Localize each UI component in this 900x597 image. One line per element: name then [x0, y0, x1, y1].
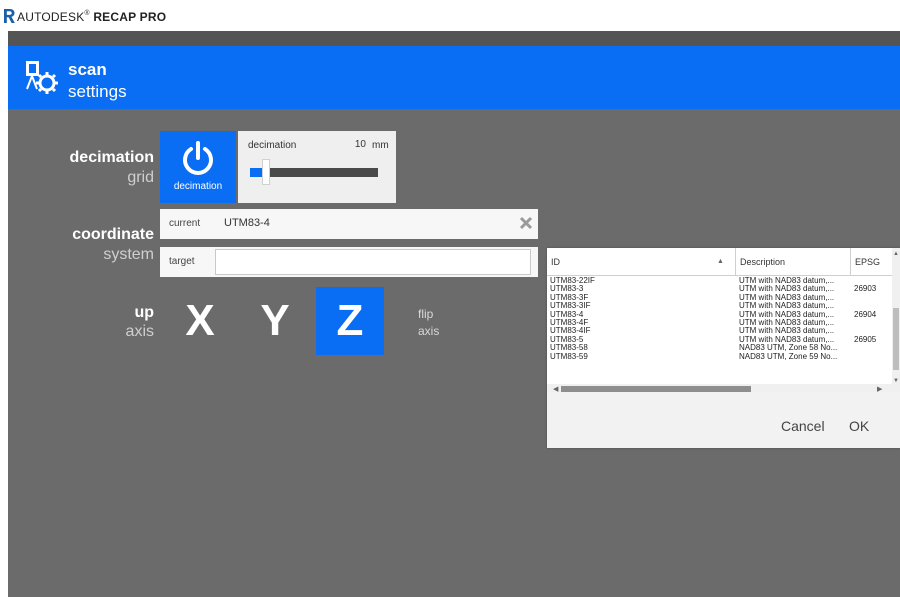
recap-logo-icon	[4, 9, 15, 23]
flip-axis-label[interactable]: flip	[418, 307, 433, 321]
cell-id: UTM83-59	[550, 352, 588, 361]
cell-id: UTM83-4F	[550, 318, 589, 327]
cell-description: UTM with NAD83 datum,...	[739, 310, 835, 319]
horizontal-scrollbar[interactable]: ◀ ▶	[547, 384, 892, 392]
decimation-slider-panel: decimation mm	[238, 131, 396, 203]
table-row[interactable]: UTM83-3F UTM with NAD83 datum,...	[547, 294, 892, 302]
brand-autodesk: AUTODESK	[17, 10, 85, 24]
up-axis-sublabel: axis	[125, 323, 154, 340]
sort-up-icon: ▲	[717, 258, 724, 265]
cell-epsg: 26903	[854, 285, 877, 294]
table-row[interactable]: UTM83-4 UTM with NAD83 datum,... 26904	[547, 311, 892, 319]
target-input[interactable]	[215, 249, 531, 275]
table-row[interactable]: UTM83-5 UTM with NAD83 datum,... 26905	[547, 336, 892, 344]
decimation-unit: mm	[372, 140, 389, 151]
scan-settings-icon	[26, 61, 58, 94]
scroll-down-icon[interactable]: ▼	[893, 378, 899, 384]
cell-epsg: 26905	[854, 335, 877, 344]
power-icon	[183, 141, 213, 175]
title-bar: AUTODESK® RECAP PRO	[0, 0, 900, 31]
coordinate-system-grid: ID ▲ Description EPSG UTM83-22IF UTM with…	[547, 248, 892, 392]
cell-id: UTM83-3	[550, 285, 584, 294]
cell-description: NAD83 UTM, Zone 59 No...	[739, 352, 838, 361]
scroll-right-icon[interactable]: ▶	[877, 385, 882, 392]
decimation-slider-thumb[interactable]	[261, 159, 270, 185]
cell-description: UTM with NAD83 datum,...	[739, 285, 835, 294]
cell-id: UTM83-4IF	[550, 327, 591, 336]
decimation-slider-label: decimation	[248, 140, 297, 151]
ok-button[interactable]: OK	[849, 418, 869, 434]
cell-id: UTM83-58	[550, 344, 588, 353]
scan-settings-panel: scan settings decimation grid decimation…	[8, 31, 900, 597]
cell-description: UTM with NAD83 datum,...	[739, 327, 835, 336]
cell-id: UTM83-4	[550, 310, 584, 319]
page-title: scan	[68, 60, 107, 79]
up-axis-label: up	[134, 304, 154, 321]
cell-description: UTM with NAD83 datum,...	[739, 293, 835, 302]
clear-icon[interactable]	[518, 215, 534, 231]
cell-description: UTM with NAD83 datum,...	[739, 335, 835, 344]
table-row[interactable]: UTM83-22IF UTM with NAD83 datum,...	[547, 277, 892, 285]
table-row[interactable]: UTM83-4F UTM with NAD83 datum,...	[547, 319, 892, 327]
decimation-sublabel: grid	[127, 169, 154, 186]
column-header-epsg[interactable]: EPSG	[851, 248, 892, 276]
table-row[interactable]: UTM83-3 UTM with NAD83 datum,... 26903	[547, 285, 892, 293]
app-brand: AUTODESK® RECAP PRO	[17, 10, 166, 24]
cancel-button[interactable]: Cancel	[781, 418, 825, 434]
table-row[interactable]: UTM83-58 NAD83 UTM, Zone 58 No...	[547, 344, 892, 352]
decimation-slider-fill	[250, 168, 262, 177]
vertical-scrollbar[interactable]: ▲ ▼	[892, 248, 900, 392]
decimation-toggle-button[interactable]: decimation	[160, 131, 236, 203]
column-header-id[interactable]: ID	[547, 248, 736, 276]
axis-x-button[interactable]: X	[166, 287, 234, 355]
cell-epsg: 26904	[854, 310, 877, 319]
cell-id: UTM83-3IF	[550, 302, 591, 311]
column-header-description[interactable]: Description	[736, 248, 851, 276]
cell-description: UTM with NAD83 datum,...	[739, 318, 835, 327]
current-label: current	[169, 218, 201, 229]
axis-z-button[interactable]: Z	[316, 287, 384, 355]
decimation-label: decimation	[69, 149, 154, 166]
decimation-value-input[interactable]	[338, 137, 366, 151]
current-coordinate-field: current UTM83-4	[160, 209, 538, 239]
cell-id: UTM83-3F	[550, 293, 589, 302]
horizontal-scroll-thumb[interactable]	[561, 386, 751, 392]
decimation-toggle-caption: decimation	[173, 181, 223, 192]
table-row[interactable]: UTM83-3IF UTM with NAD83 datum,...	[547, 302, 892, 310]
cell-id: UTM83-5	[550, 335, 584, 344]
brand-recap-pro: RECAP PRO	[93, 10, 167, 24]
table-row[interactable]: UTM83-4IF UTM with NAD83 datum,...	[547, 327, 892, 335]
coordinate-label: coordinate	[72, 226, 154, 243]
current-value: UTM83-4	[224, 217, 270, 229]
target-label: target	[169, 256, 195, 267]
grid-header: ID ▲ Description EPSG	[547, 248, 892, 276]
cell-description: NAD83 UTM, Zone 58 No...	[739, 344, 838, 353]
cell-description: UTM with NAD83 datum,...	[739, 277, 835, 285]
coordinate-system-dropdown: ID ▲ Description EPSG UTM83-22IF UTM with…	[547, 248, 900, 448]
top-strip	[8, 31, 900, 46]
page-subtitle: settings	[68, 82, 127, 101]
cell-id: UTM83-22IF	[550, 277, 595, 285]
cell-description: UTM with NAD83 datum,...	[739, 302, 835, 311]
scroll-left-icon[interactable]: ◀	[553, 385, 558, 392]
axis-y-button[interactable]: Y	[241, 287, 309, 355]
grid-rows: UTM83-22IF UTM with NAD83 datum,... UTM83-…	[547, 277, 892, 361]
page-header: scan settings	[8, 46, 900, 109]
flip-axis-sublabel[interactable]: axis	[418, 324, 439, 338]
scroll-up-icon[interactable]: ▲	[893, 251, 899, 257]
table-row[interactable]: UTM83-59 NAD83 UTM, Zone 59 No...	[547, 353, 892, 361]
brand-reg-mark: ®	[84, 10, 90, 17]
coordinate-sublabel: system	[103, 246, 154, 263]
vertical-scroll-thumb[interactable]	[893, 308, 899, 370]
